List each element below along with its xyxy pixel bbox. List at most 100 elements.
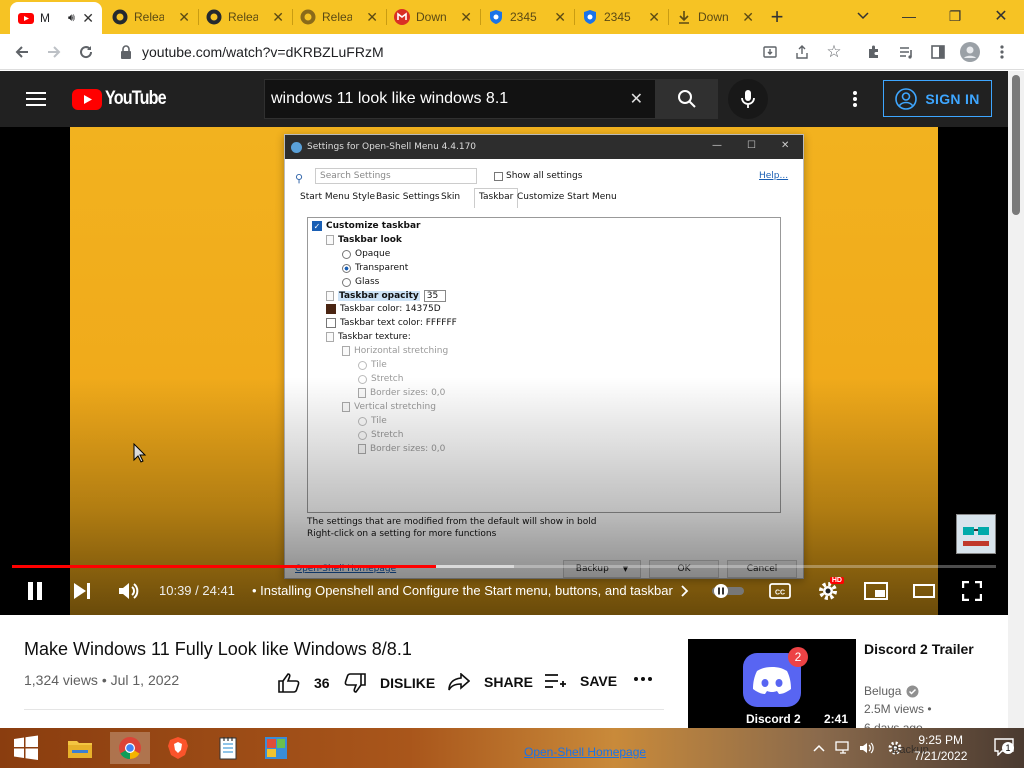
close-icon[interactable]: ✕: [648, 9, 660, 26]
taskbar-open-shell-link[interactable]: Open-Shell Homepage: [524, 745, 646, 759]
action-center-button[interactable]: 1: [994, 738, 1014, 758]
share-label: SHARE: [484, 674, 534, 690]
show-hidden-icons[interactable]: [808, 732, 830, 764]
recommended-video-thumbnail[interactable]: 2 Discord 2 2:41: [688, 639, 856, 728]
close-icon[interactable]: ✕: [460, 9, 472, 26]
like-button[interactable]: 36: [278, 673, 330, 693]
taskbar-notepad[interactable]: [208, 732, 248, 764]
more-actions-button[interactable]: [634, 677, 652, 681]
url-text[interactable]: youtube.com/watch?v=dKRBZLuFRzM: [142, 44, 384, 60]
browser-menu-button[interactable]: [988, 38, 1016, 66]
hamburger-menu-button[interactable]: [24, 87, 48, 111]
taskbar-clock[interactable]: 9:25 PM 7/21/2022: [914, 732, 967, 764]
taskbar-file-explorer[interactable]: [60, 732, 100, 764]
page-icon: [342, 402, 350, 412]
github-icon: [112, 9, 128, 25]
search-button[interactable]: [656, 79, 718, 119]
arrow-right-icon: [48, 46, 61, 58]
tab-gmail[interactable]: Down ✕: [386, 0, 481, 34]
forward-button[interactable]: [40, 38, 68, 66]
video-duration: 2:41: [823, 712, 848, 726]
tab-2345-1[interactable]: 2345 ✕: [480, 0, 575, 34]
recommended-video-title[interactable]: Discord 2 Trailer: [864, 639, 984, 659]
tab-youtube[interactable]: M 🔊︎ ✕: [10, 2, 102, 34]
youtube-play-logo-icon: [72, 88, 102, 110]
volume-icon: [119, 583, 139, 599]
save-button[interactable]: SAVE: [544, 673, 617, 689]
fullscreen-button[interactable]: [956, 577, 988, 605]
star-icon[interactable]: ☆: [824, 42, 844, 62]
windows-logo-icon: [14, 735, 38, 760]
player-controls: 10:39 / 24:41 • Installing Openshell and…: [0, 573, 1008, 609]
taskbar-control-panel[interactable]: [256, 732, 296, 764]
time-display: 10:39 / 24:41: [159, 583, 235, 598]
close-icon[interactable]: ✕: [82, 10, 94, 27]
pause-button[interactable]: [19, 577, 51, 605]
show-all-label: Show all settings: [506, 171, 583, 181]
media-control-button[interactable]: [892, 38, 920, 66]
channel-watermark[interactable]: [956, 514, 996, 554]
tab-download[interactable]: Down ✕: [668, 0, 762, 34]
scrollbar-thumb[interactable]: [1012, 75, 1020, 215]
search-input[interactable]: windows 11 look like windows 8.1: [271, 90, 508, 108]
new-tab-button[interactable]: +: [763, 3, 791, 31]
side-panel-button[interactable]: [924, 38, 952, 66]
settings-button[interactable]: HD: [812, 577, 844, 605]
page-icon: [358, 388, 366, 398]
next-button[interactable]: [66, 577, 98, 605]
video-frame[interactable]: Settings for Open-Shell Menu 4.4.170 — ☐…: [70, 127, 938, 615]
subtitles-button[interactable]: CC: [764, 577, 796, 605]
tab-search-button[interactable]: [840, 0, 886, 32]
progress-bar[interactable]: [12, 565, 996, 568]
share-button[interactable]: SHARE: [448, 673, 533, 691]
autoplay-toggle[interactable]: [708, 577, 748, 605]
close-icon[interactable]: ✕: [366, 9, 378, 26]
chrome-icon: [119, 737, 141, 759]
fullscreen-icon: [962, 581, 982, 601]
arrow-left-icon: [15, 46, 28, 58]
reload-button[interactable]: [72, 38, 100, 66]
taskbar-brave[interactable]: [158, 732, 198, 764]
tab-github-3[interactable]: Relea ✕: [292, 0, 387, 34]
close-icon[interactable]: ✕: [554, 9, 566, 26]
close-icon[interactable]: ✕: [272, 9, 284, 26]
recommended-channel[interactable]: Beluga: [864, 684, 919, 698]
close-icon[interactable]: ✕: [742, 9, 754, 26]
youtube-logo[interactable]: YouTube: [72, 88, 176, 110]
share-icon[interactable]: [792, 42, 812, 62]
kebab-menu-icon: [853, 91, 857, 107]
volume-tray-icon[interactable]: [856, 732, 878, 764]
network-tray-icon[interactable]: [832, 732, 854, 764]
tab-github-1[interactable]: Relea ✕: [104, 0, 199, 34]
video-player[interactable]: Settings for Open-Shell Menu 4.4.170 — ☐…: [0, 127, 1008, 615]
tab-2345-2[interactable]: 2345 ✕: [574, 0, 669, 34]
chapter-title-button[interactable]: • Installing Openshell and Configure the…: [252, 583, 689, 598]
taskbar-chrome[interactable]: [110, 732, 150, 764]
voice-search-button[interactable]: [728, 79, 768, 119]
back-button[interactable]: [8, 38, 36, 66]
page-scrollbar[interactable]: [1008, 71, 1024, 728]
minimize-button[interactable]: —: [886, 0, 932, 32]
miniplayer-button[interactable]: [860, 577, 892, 605]
search-box[interactable]: windows 11 look like windows 8.1 ✕: [264, 79, 656, 119]
theater-mode-button[interactable]: [908, 577, 940, 605]
speaker-icon[interactable]: 🔊︎: [68, 12, 75, 25]
restore-button[interactable]: ❐: [932, 0, 978, 32]
install-app-icon[interactable]: [760, 42, 780, 62]
account-icon: [895, 87, 918, 110]
close-icon[interactable]: ✕: [178, 9, 190, 26]
radio-icon: [358, 430, 367, 440]
profile-button[interactable]: [956, 38, 984, 66]
settings-menu-button[interactable]: [843, 87, 867, 111]
address-bar[interactable]: youtube.com/watch?v=dKRBZLuFRzM ☆: [108, 38, 852, 66]
clear-search-icon[interactable]: ✕: [630, 89, 643, 109]
mute-button[interactable]: [113, 577, 145, 605]
dislike-button[interactable]: DISLIKE: [344, 673, 435, 693]
sign-in-button[interactable]: SIGN IN: [883, 80, 992, 117]
sign-in-label: SIGN IN: [925, 90, 980, 107]
close-window-button[interactable]: ✕: [978, 0, 1024, 32]
extensions-button[interactable]: [860, 38, 888, 66]
start-button[interactable]: [6, 732, 46, 764]
youtube-icon: [18, 13, 34, 24]
tab-github-2[interactable]: Relea ✕: [198, 0, 293, 34]
